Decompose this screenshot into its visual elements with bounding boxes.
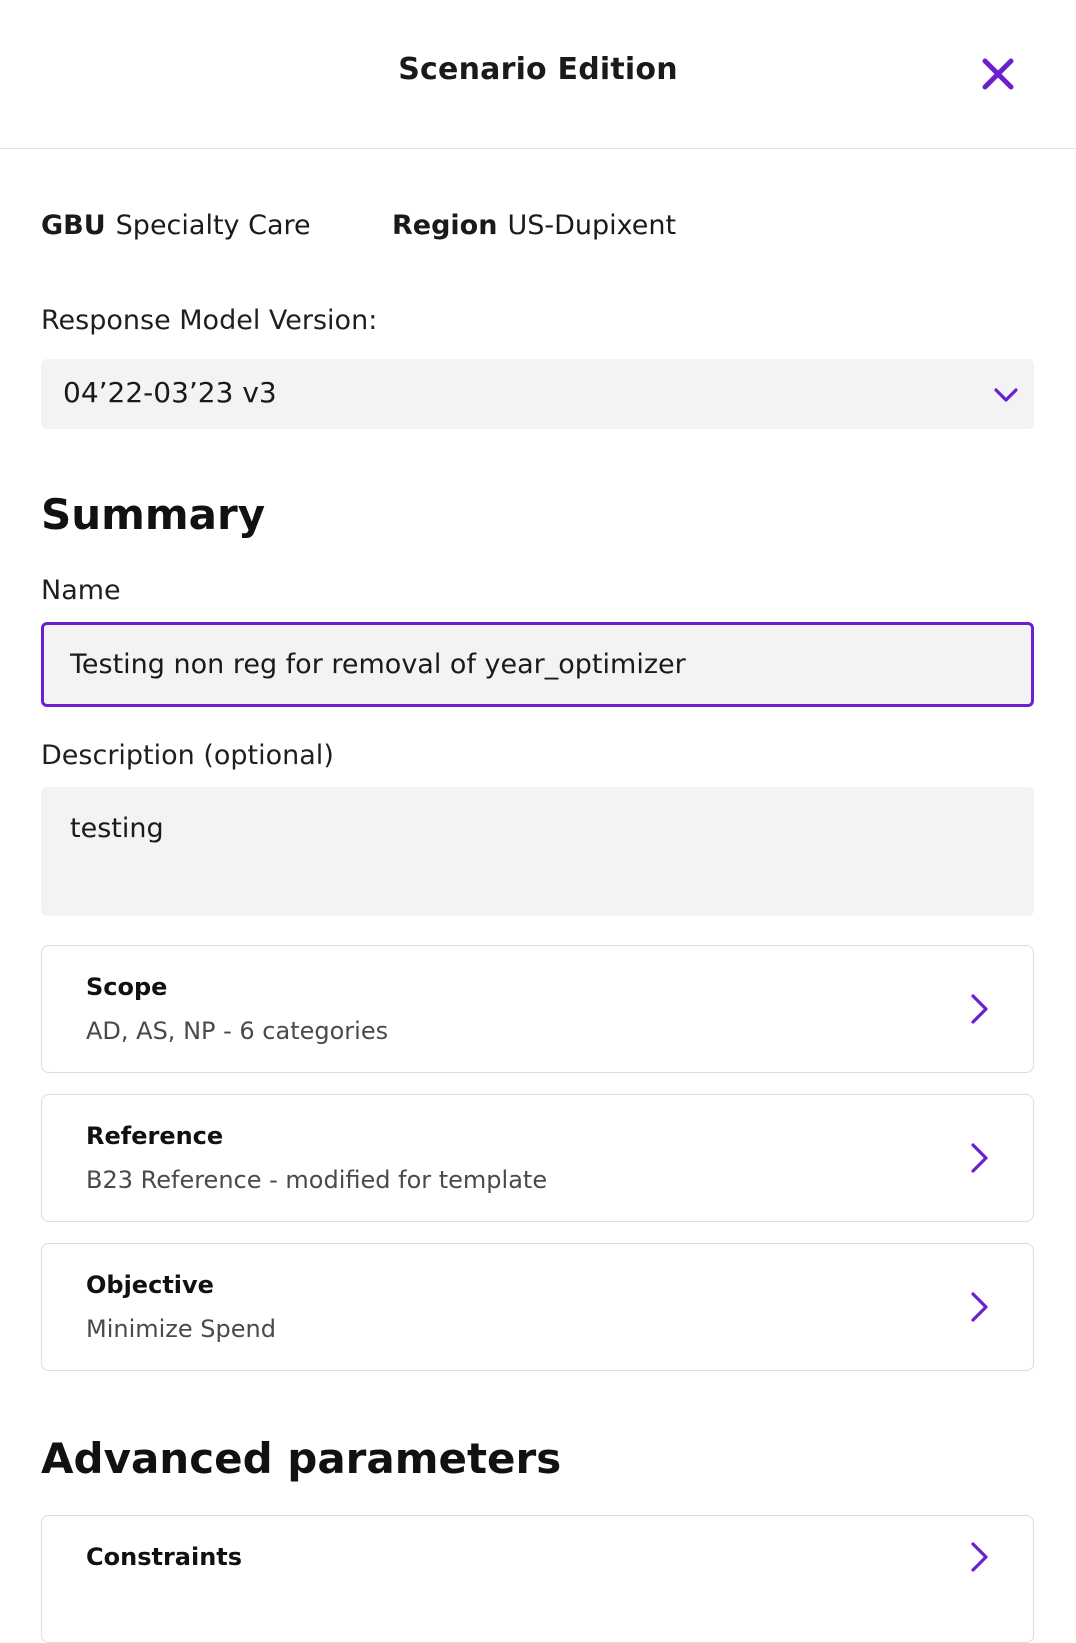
summary-heading: Summary bbox=[41, 490, 266, 539]
chevron-right-icon bbox=[971, 994, 988, 1024]
chevron-right-icon bbox=[971, 1143, 988, 1173]
scope-card[interactable]: Scope AD, AS, NP - 6 categories bbox=[41, 945, 1034, 1073]
chevron-right-icon bbox=[971, 1292, 988, 1322]
chevron-down-icon bbox=[994, 388, 1018, 402]
name-label: Name bbox=[41, 575, 121, 606]
close-icon bbox=[982, 58, 1014, 90]
reference-card-title: Reference bbox=[86, 1122, 224, 1150]
page-title: Scenario Edition bbox=[398, 52, 678, 87]
objective-card-subtitle: Minimize Spend bbox=[86, 1315, 276, 1343]
constraints-card-title: Constraints bbox=[86, 1543, 243, 1571]
gbu-label: GBU bbox=[41, 210, 106, 241]
region-value: US-Dupixent bbox=[507, 210, 677, 241]
region-info: Region US-Dupixent bbox=[392, 210, 676, 241]
region-label: Region bbox=[392, 210, 498, 241]
response-model-label: Response Model Version: bbox=[41, 305, 378, 336]
reference-card[interactable]: Reference B23 Reference - modified for t… bbox=[41, 1094, 1034, 1222]
scope-card-title: Scope bbox=[86, 973, 168, 1001]
response-model-select[interactable]: 04’22-03’23 v3 bbox=[41, 359, 1034, 429]
description-label: Description (optional) bbox=[41, 740, 334, 771]
objective-card[interactable]: Objective Minimize Spend bbox=[41, 1243, 1034, 1371]
scope-card-subtitle: AD, AS, NP - 6 categories bbox=[86, 1017, 389, 1045]
constraints-card[interactable]: Constraints bbox=[41, 1515, 1034, 1643]
gbu-info: GBU Specialty Care bbox=[41, 210, 311, 241]
name-input[interactable] bbox=[41, 622, 1034, 707]
advanced-parameters-heading: Advanced parameters bbox=[41, 1434, 562, 1483]
response-model-selected-value: 04’22-03’23 v3 bbox=[63, 376, 277, 409]
description-textarea[interactable]: testing bbox=[41, 787, 1034, 916]
gbu-value: Specialty Care bbox=[115, 210, 311, 241]
header: Scenario Edition bbox=[0, 0, 1076, 149]
chevron-right-icon bbox=[971, 1542, 988, 1572]
objective-card-title: Objective bbox=[86, 1271, 214, 1299]
reference-card-subtitle: B23 Reference - modified for template bbox=[86, 1166, 548, 1194]
close-button[interactable] bbox=[974, 50, 1022, 98]
